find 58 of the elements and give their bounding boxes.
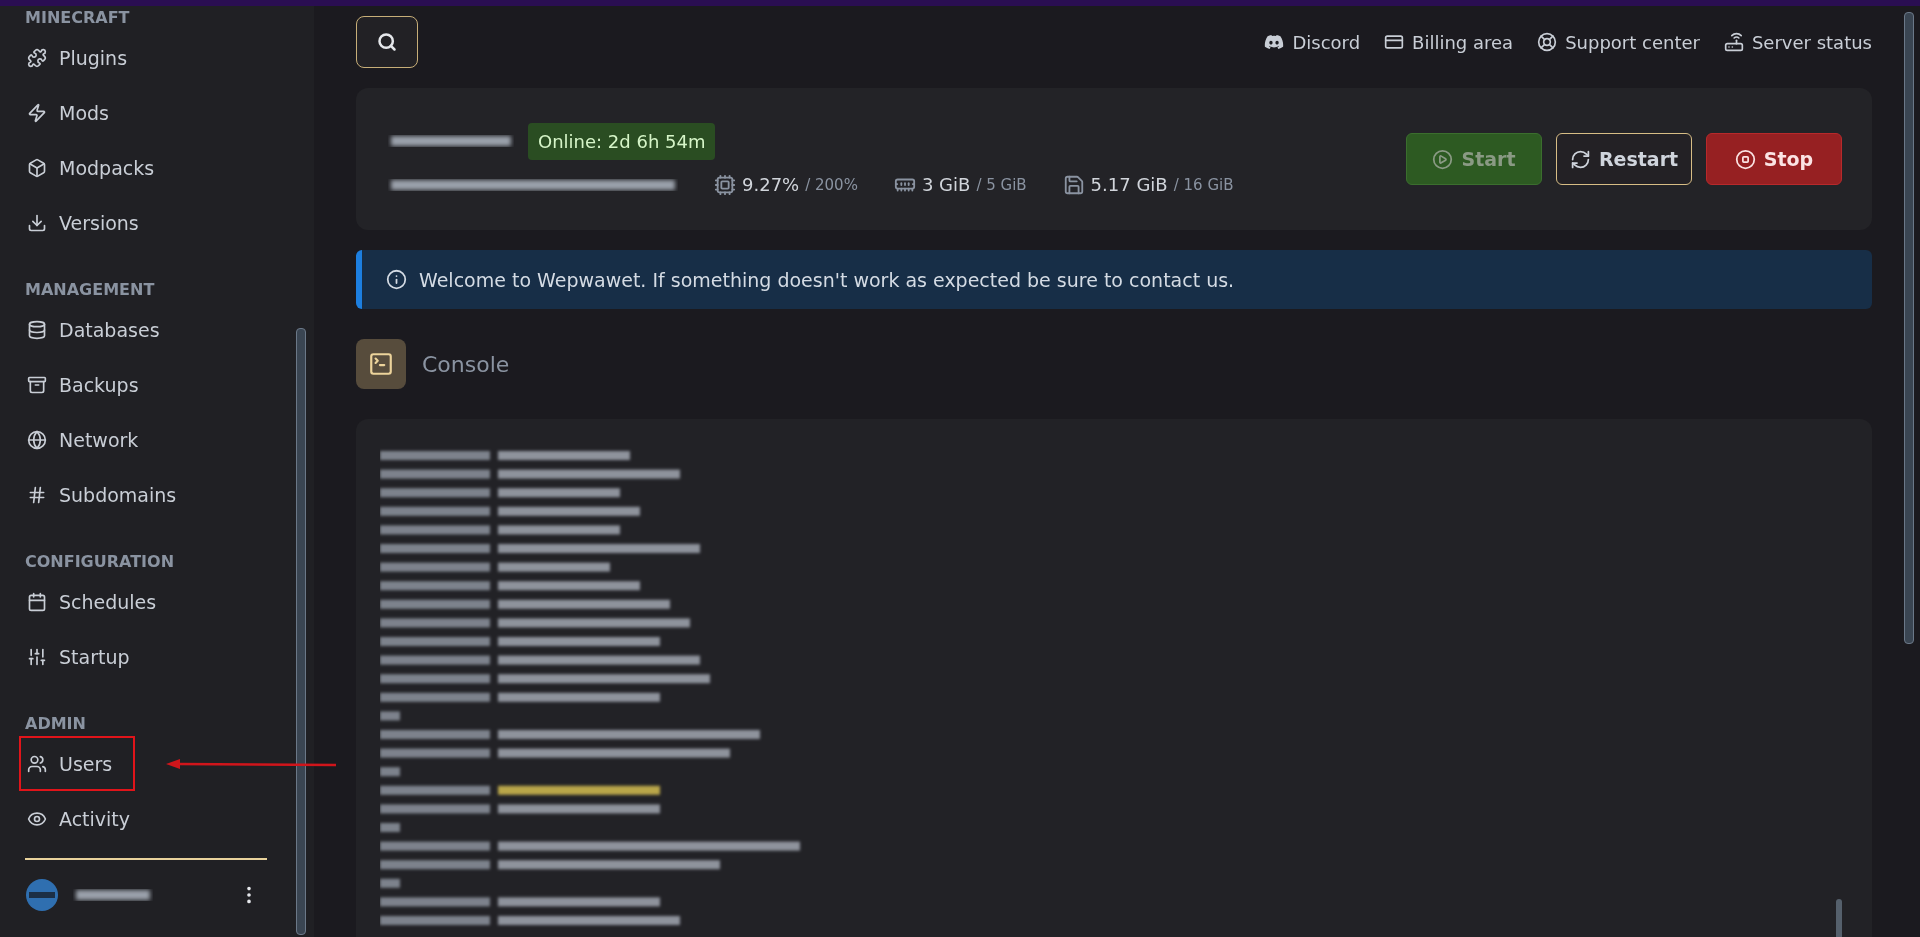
stat-limit: / 16 GiB	[1173, 175, 1234, 194]
search-button[interactable]	[356, 16, 418, 68]
sidebar-item[interactable]: Plugins	[19, 30, 259, 85]
stat-value: 9.27%	[742, 174, 800, 195]
restart-button[interactable]: Restart	[1556, 133, 1692, 185]
sidebar-item[interactable]: Databases	[19, 302, 259, 357]
stat-limit: / 5 GiB	[976, 175, 1027, 194]
hash-icon	[27, 484, 47, 505]
sidebar-item[interactable]: Versions	[19, 195, 259, 250]
sliders-icon	[27, 646, 47, 667]
sidebar-item[interactable]: Schedules	[19, 574, 259, 629]
stat-value: 3 GiB	[921, 174, 971, 195]
alert-text: Welcome to Wepwawet. If something doesn't work as expected be sure to contact us.	[419, 268, 1235, 291]
stat-value: 5.17 GiB	[1090, 174, 1168, 195]
sidebar-item[interactable]: Activity	[19, 791, 259, 846]
sidebar-item[interactable]: Startup	[19, 629, 259, 684]
status-badge: Online: 2d 6h 54m	[528, 122, 716, 160]
avatar-icon	[25, 878, 59, 912]
card-icon	[1384, 32, 1405, 52]
lightning-icon	[27, 102, 47, 123]
router-icon	[1723, 32, 1744, 52]
archive-icon	[27, 374, 47, 395]
download-icon	[27, 212, 47, 233]
play-icon	[1432, 148, 1454, 170]
puzzle-icon	[27, 47, 47, 68]
header-link[interactable]: Billing area	[1384, 31, 1514, 53]
globe-icon	[27, 429, 47, 450]
search-icon	[377, 32, 397, 52]
section-title: CONFIGURATION	[25, 552, 176, 573]
header-link[interactable]: Server status	[1723, 31, 1872, 53]
stat-limit: / 200%	[805, 175, 858, 194]
database-icon	[27, 319, 47, 340]
section-title: MINECRAFT	[25, 8, 131, 29]
terminal-icon	[356, 339, 406, 389]
section-title: MANAGEMENT	[25, 280, 156, 301]
scrollbar-thumb[interactable]	[1904, 12, 1914, 644]
lifebuoy-icon	[1537, 32, 1558, 52]
calendar-icon	[27, 591, 47, 612]
header-link[interactable]: Discord	[1264, 31, 1361, 53]
scrollbar-thumb[interactable]	[296, 328, 306, 935]
sidebar-item[interactable]: Modpacks	[19, 140, 259, 195]
gamepad-icon	[1264, 32, 1285, 52]
sidebar-item[interactable]: Mods	[19, 85, 259, 140]
info-icon	[386, 269, 407, 290]
stop-icon	[1734, 148, 1756, 170]
console-title: Console	[422, 351, 510, 377]
cube-icon	[27, 157, 47, 178]
refresh-icon	[1569, 148, 1591, 170]
scrollbar-thumb[interactable]	[1836, 899, 1842, 937]
stop-button[interactable]: Stop	[1706, 133, 1842, 185]
users-icon	[27, 753, 47, 774]
cpu-icon	[714, 173, 736, 196]
section-title: ADMIN	[25, 714, 87, 735]
sidebar-item[interactable]: Backups	[19, 357, 259, 412]
sidebar-item[interactable]: Users	[19, 736, 135, 791]
sidebar-item[interactable]: Subdomains	[19, 467, 259, 522]
header-link[interactable]: Support center	[1537, 31, 1700, 53]
sidebar-item[interactable]: Network	[19, 412, 259, 467]
